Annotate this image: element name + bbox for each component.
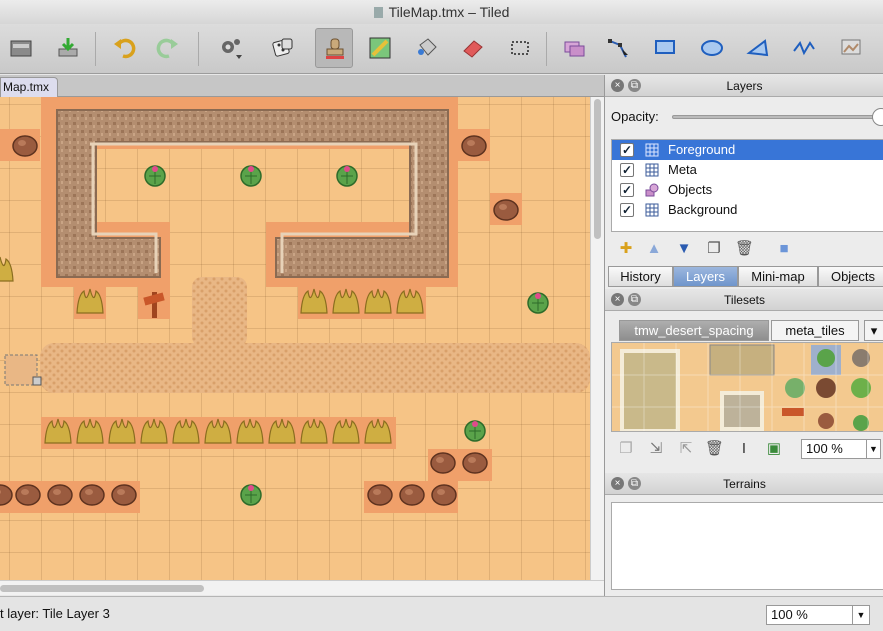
new-tileset-icon[interactable]: ❐: [617, 440, 635, 458]
layer-toolbar: ✚ ▲ ▼ ❐ 🗑 ■: [605, 235, 883, 263]
dock-tab-bar: History Layers Mini-map Objects: [608, 266, 883, 288]
tile-layer-icon: [645, 163, 659, 177]
visibility-checkbox[interactable]: ✓: [620, 203, 634, 217]
layer-properties-icon[interactable]: ■: [775, 240, 793, 258]
terrain-brush-icon[interactable]: [367, 35, 393, 61]
close-icon[interactable]: ×: [611, 293, 624, 306]
delete-tileset-icon[interactable]: 🗑: [705, 440, 724, 458]
layer-list: ✓ Foreground ✓ Meta ✓ Objects ✓ Background: [611, 139, 883, 232]
eraser-icon[interactable]: [460, 35, 486, 61]
visibility-checkbox[interactable]: ✓: [620, 163, 634, 177]
status-text: t layer: Tile Layer 3: [0, 606, 110, 621]
export-tileset-icon[interactable]: ⇱: [677, 440, 695, 458]
layers-panel-header: × ⧉ Layers: [605, 75, 883, 97]
tileset-view[interactable]: [611, 342, 883, 432]
tab-history[interactable]: History: [608, 266, 673, 287]
tab-tmw-desert-spacing[interactable]: tmw_desert_spacing: [619, 320, 769, 341]
rename-tileset-icon[interactable]: I: [735, 440, 753, 458]
select-objects-icon[interactable]: [561, 35, 587, 61]
layer-row-objects[interactable]: ✓ Objects: [612, 180, 883, 200]
terrain-list[interactable]: [611, 502, 883, 590]
random-mode-icon[interactable]: [218, 35, 244, 61]
terrains-panel-title: Terrains: [723, 477, 766, 491]
layer-row-background[interactable]: ✓ Background: [612, 200, 883, 220]
edit-terrain-icon[interactable]: ▣: [765, 440, 783, 458]
tab-meta-tiles[interactable]: meta_tiles: [771, 320, 859, 341]
layer-row-meta[interactable]: ✓ Meta: [612, 160, 883, 180]
terrains-panel-header: × ⧉ Terrains: [605, 473, 883, 495]
horizontal-scroll-thumb[interactable]: [0, 585, 204, 592]
rect-select-icon[interactable]: [507, 35, 533, 61]
raise-layer-icon[interactable]: ▲: [645, 240, 663, 258]
bucket-fill-icon[interactable]: [414, 35, 440, 61]
layer-row-foreground[interactable]: ✓ Foreground: [612, 140, 883, 160]
window-title: TileMap.tmx – Tiled: [388, 4, 510, 20]
canvas-horizontal-scrollbar[interactable]: [0, 580, 604, 595]
undo-icon[interactable]: [111, 35, 137, 61]
redo-icon[interactable]: [155, 35, 181, 61]
new-layer-icon[interactable]: ✚: [617, 240, 635, 258]
insert-ellipse-icon[interactable]: [699, 35, 725, 61]
layer-name: Background: [668, 202, 738, 217]
zoom-select[interactable]: 100 % ▼: [766, 605, 870, 625]
tile-layer-icon: [645, 203, 659, 217]
layer-name: Objects: [668, 182, 713, 197]
layer-name: Foreground: [668, 142, 736, 157]
toolbar-separator: [546, 32, 547, 66]
object-layer-icon: [645, 183, 659, 197]
visibility-checkbox[interactable]: ✓: [620, 143, 634, 157]
undock-icon[interactable]: ⧉: [628, 477, 641, 490]
tileset-tab-bar: tmw_desert_spacing meta_tiles ▾: [611, 320, 883, 342]
chevron-down-icon[interactable]: ▼: [866, 440, 880, 458]
visibility-checkbox[interactable]: ✓: [620, 183, 634, 197]
tab-objects[interactable]: Objects: [818, 266, 883, 287]
edit-polygons-icon[interactable]: [606, 35, 632, 61]
undock-icon[interactable]: ⧉: [628, 79, 641, 92]
dice-icon[interactable]: [270, 35, 296, 61]
zoom-value: 100 %: [771, 607, 808, 622]
vertical-scroll-thumb[interactable]: [594, 99, 601, 239]
canvas-vertical-scrollbar[interactable]: [590, 97, 604, 580]
insert-tile-icon[interactable]: [838, 35, 864, 61]
tile-layer-icon: [645, 143, 659, 157]
layer-name: Meta: [668, 162, 697, 177]
document-icon: [373, 7, 383, 18]
tileset-menu-button[interactable]: ▾: [864, 320, 883, 341]
close-icon[interactable]: ×: [611, 79, 624, 92]
stamp-brush-icon[interactable]: [315, 28, 353, 68]
import-tileset-icon[interactable]: ⇲: [647, 440, 665, 458]
open-icon[interactable]: [8, 35, 34, 61]
layers-panel-title: Layers: [726, 79, 763, 93]
insert-polygon-icon[interactable]: [745, 35, 771, 61]
tab-tilemap[interactable]: Map.tmx: [0, 77, 58, 97]
opacity-label: Opacity:: [611, 109, 659, 124]
close-icon[interactable]: ×: [611, 477, 624, 490]
main-toolbar: [0, 24, 883, 74]
opacity-slider[interactable]: [672, 115, 883, 119]
tileset-zoom-value: 100 %: [806, 441, 843, 456]
status-bar: t layer: Tile Layer 3 100 % ▼: [0, 596, 883, 631]
tilesets-panel-title: Tilesets: [724, 293, 765, 307]
tilesets-panel-header: × ⧉ Tilesets: [605, 289, 883, 311]
tileset-toolbar: ❐ ⇲ ⇱ 🗑 I ▣ 100 % ▼: [605, 435, 883, 461]
lower-layer-icon[interactable]: ▼: [675, 240, 693, 258]
tileset-zoom-select[interactable]: 100 % ▼: [801, 439, 881, 459]
document-tabs: Map.tmx: [0, 75, 604, 97]
chevron-down-icon[interactable]: ▼: [852, 606, 869, 624]
duplicate-layer-icon[interactable]: ❐: [705, 240, 723, 258]
title-bar: TileMap.tmx – Tiled: [0, 0, 883, 24]
tab-layers[interactable]: Layers: [673, 266, 738, 287]
map-canvas[interactable]: [0, 97, 590, 580]
save-icon[interactable]: [55, 35, 81, 61]
side-dock: × ⧉ Layers Opacity: ✓ Foreground ✓ Meta ✓ O…: [604, 75, 883, 596]
tab-mini-map[interactable]: Mini-map: [738, 266, 818, 287]
undock-icon[interactable]: ⧉: [628, 293, 641, 306]
delete-layer-icon[interactable]: 🗑: [735, 240, 754, 258]
insert-rectangle-icon[interactable]: [652, 35, 678, 61]
opacity-slider-handle[interactable]: [872, 108, 883, 126]
insert-polyline-icon[interactable]: [791, 35, 817, 61]
toolbar-separator: [198, 32, 199, 66]
toolbar-separator: [95, 32, 96, 66]
